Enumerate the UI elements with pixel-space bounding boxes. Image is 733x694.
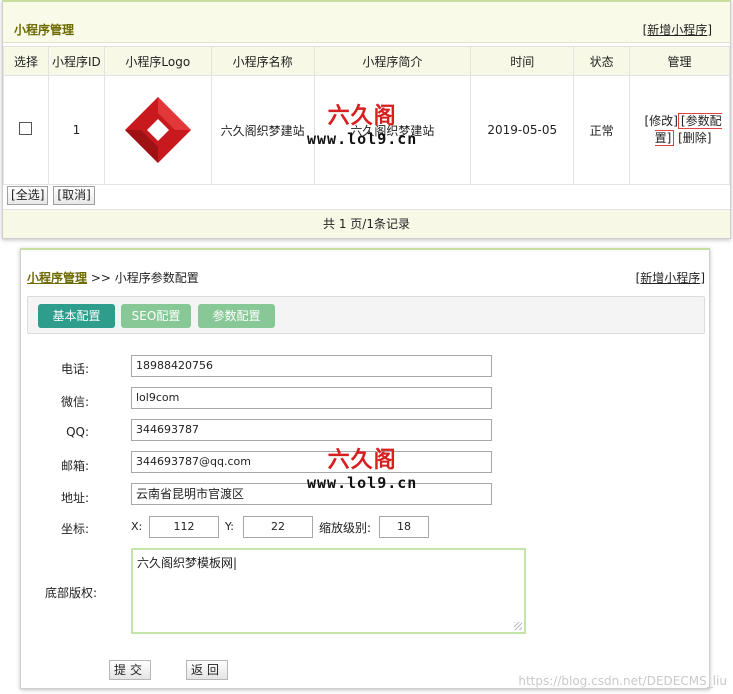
row-name: 六久阁织梦建站 — [210, 75, 315, 185]
copyright-label: 底部版权: — [44, 586, 97, 600]
address-field[interactable]: 云南省昆明市官渡区 — [131, 483, 492, 505]
col-name: 小程序名称 — [210, 46, 315, 76]
phone-field[interactable]: 18988420756 — [131, 355, 492, 377]
table-row: 1 六久阁织梦建站 六久阁织梦建站 2019-05-05 正常 [修改] [参数配… — [3, 75, 730, 185]
logo-diamond-icon — [124, 97, 191, 163]
copyright-textarea[interactable]: 六久阁织梦模板网| — [131, 548, 526, 634]
tab-seo[interactable]: SEO配置 — [121, 304, 191, 328]
breadcrumb: 小程序管理 >> 小程序参数配置 — [27, 269, 199, 286]
col-manage: 管理 — [629, 46, 730, 76]
address-label: 地址: — [60, 491, 89, 505]
add-miniprogram-label-2[interactable]: 新增小程序 — [640, 271, 700, 285]
delete-label[interactable]: 删除 — [683, 131, 707, 145]
email-field[interactable]: 344693787@qq.com — [131, 451, 492, 473]
page-title: 小程序管理 — [14, 23, 75, 37]
row-logo-cell — [103, 75, 212, 185]
row-manage-cell: [修改] [参数配置] [删除] — [629, 75, 730, 185]
breadcrumb-root-link[interactable]: 小程序管理 — [27, 271, 87, 285]
tab-params[interactable]: 参数配置 — [198, 304, 275, 328]
col-intro: 小程序简介 — [313, 46, 472, 76]
delete-link[interactable]: [删除] — [678, 131, 711, 145]
pagination: 共 1 页/1条记录 — [3, 209, 730, 238]
miniprogram-list-panel: 小程序管理 [新增小程序] 选择 小程序ID 小程序Logo 小程序名称 小程序… — [2, 0, 731, 239]
email-label: 邮箱: — [60, 459, 89, 473]
select-all-button[interactable]: [全选] — [7, 186, 49, 205]
footer-watermark: https://blog.csdn.net/DEDECMS_liu — [518, 674, 727, 688]
col-time: 时间 — [470, 46, 575, 76]
x-field[interactable]: 112 — [149, 516, 219, 538]
status-badge: 正常 — [573, 75, 631, 185]
resize-grip-icon[interactable] — [514, 622, 522, 630]
zoom-field[interactable]: 18 — [379, 516, 429, 538]
add-miniprogram-label[interactable]: 新增小程序 — [647, 23, 707, 37]
cancel-button[interactable]: [取消] — [53, 186, 95, 205]
tab-basic[interactable]: 基本配置 — [38, 304, 115, 328]
col-select: 选择 — [3, 46, 49, 76]
config-header: 小程序管理 >> 小程序参数配置 [新增小程序] — [21, 250, 709, 285]
add-miniprogram-link-2[interactable]: [新增小程序] — [636, 269, 705, 286]
qq-label: QQ: — [66, 425, 89, 439]
cancel-label[interactable]: 取消 — [62, 188, 86, 202]
x-label: X: — [131, 520, 143, 533]
miniprogram-table: 选择 小程序ID 小程序Logo 小程序名称 小程序简介 时间 状态 管理 1 — [3, 46, 730, 185]
miniprogram-logo — [123, 95, 193, 165]
qq-field[interactable]: 344693787 — [131, 419, 492, 441]
zoom-label: 缩放级别: — [319, 521, 372, 535]
edit-label[interactable]: 修改 — [649, 114, 673, 128]
back-button[interactable]: 返回 — [186, 660, 229, 680]
row-id: 1 — [47, 75, 105, 185]
breadcrumb-separator: >> — [90, 271, 111, 285]
row-time: 2019-05-05 — [470, 75, 575, 185]
row-checkbox[interactable] — [19, 122, 33, 135]
add-miniprogram-link[interactable]: [新增小程序] — [643, 21, 712, 38]
copyright-text: 六久阁织梦模板网 — [137, 556, 234, 570]
col-logo: 小程序Logo — [103, 46, 212, 76]
select-all-label[interactable]: 全选 — [16, 188, 40, 202]
row-intro: 六久阁织梦建站 — [313, 75, 472, 185]
col-id: 小程序ID — [47, 46, 105, 76]
phone-label: 电话: — [60, 362, 89, 376]
submit-button[interactable]: 提交 — [109, 660, 152, 680]
table-header-row: 选择 小程序ID 小程序Logo 小程序名称 小程序简介 时间 状态 管理 — [3, 46, 730, 76]
config-panel: 小程序管理 >> 小程序参数配置 [新增小程序] 基本配置 SEO配置 参数配置… — [20, 248, 710, 689]
row-select-cell — [3, 75, 49, 185]
y-field[interactable]: 22 — [243, 516, 313, 538]
edit-link[interactable]: [修改] — [644, 114, 677, 128]
coord-label: 坐标: — [60, 522, 89, 536]
breadcrumb-current: 小程序参数配置 — [114, 271, 199, 285]
y-label: Y: — [225, 520, 234, 533]
col-status: 状态 — [573, 46, 631, 76]
bulk-action-row: [全选] [取消] — [7, 186, 100, 205]
wechat-label: 微信: — [60, 395, 89, 409]
wechat-field[interactable]: lol9com — [131, 387, 492, 409]
config-tabs: 基本配置 SEO配置 参数配置 — [27, 296, 705, 334]
list-header: 小程序管理 [新增小程序] — [3, 2, 730, 43]
